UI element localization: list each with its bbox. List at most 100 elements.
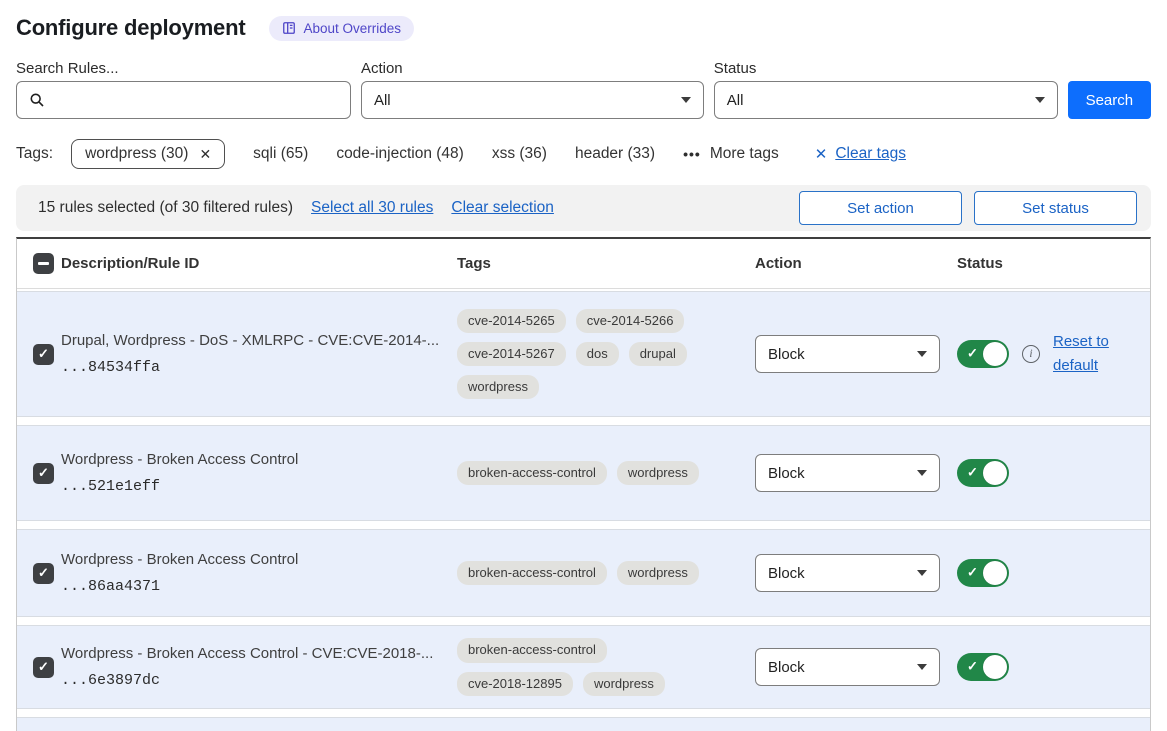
selected-tag-label: wordpress (30): [85, 145, 188, 163]
status-toggle-on[interactable]: ✓: [957, 340, 1009, 368]
clear-tags-label: Clear tags: [835, 145, 906, 163]
selection-bar: 15 rules selected (of 30 filtered rules)…: [16, 185, 1151, 231]
action-filter-label: Action: [361, 60, 704, 77]
search-icon: [29, 92, 45, 108]
table-row: Wordpress - Broken Access Control ...521…: [17, 425, 1150, 521]
tag-filter-xss[interactable]: xss (36): [492, 145, 547, 163]
more-tags-button[interactable]: ••• More tags: [683, 145, 779, 163]
status-filter-value: All: [727, 92, 744, 109]
rule-id: ...86aa4371: [61, 578, 457, 595]
chevron-down-icon: [1035, 97, 1045, 103]
selected-tag-chip-wordpress[interactable]: wordpress (30) ✕: [71, 139, 225, 169]
tag-pill: cve-2014-5267: [457, 342, 566, 366]
table-body: Drupal, Wordpress - DoS - XMLRPC - CVE:C…: [17, 289, 1150, 709]
tag-pill: wordpress: [617, 461, 699, 485]
table-header-row: Description/Rule ID Tags Action Status: [17, 239, 1150, 289]
action-filter-select[interactable]: All: [361, 81, 704, 119]
rule-tags: broken-access-control wordpress: [457, 561, 709, 585]
check-icon: ✓: [967, 565, 978, 581]
chevron-down-icon: [681, 97, 691, 103]
filters-bar: Search Rules... Action All Status All Se…: [16, 60, 1151, 119]
rules-table: Description/Rule ID Tags Action Status D…: [16, 237, 1151, 731]
status-toggle-on[interactable]: ✓: [957, 559, 1009, 587]
tag-filter-code-injection[interactable]: code-injection (48): [336, 145, 464, 163]
status-filter-label: Status: [714, 60, 1058, 77]
tags-bar: Tags: wordpress (30) ✕ sqli (65) code-in…: [16, 137, 1151, 171]
reset-to-default-link[interactable]: Reset to default: [1053, 330, 1117, 378]
tag-filter-sqli[interactable]: sqli (65): [253, 145, 308, 163]
set-status-button[interactable]: Set status: [974, 191, 1137, 225]
toggle-knob: [983, 342, 1007, 366]
tag-pill: cve-2018-12895: [457, 672, 573, 696]
rule-description: Wordpress - Broken Access Control: [61, 551, 457, 568]
row-action-value: Block: [768, 659, 805, 676]
tag-pill: wordpress: [617, 561, 699, 585]
selection-summary: 15 rules selected (of 30 filtered rules): [38, 199, 293, 217]
tag-pill: cve-2014-5265: [457, 309, 566, 333]
page-header: Configure deployment About Overrides: [16, 12, 1151, 44]
tag-pill: broken-access-control: [457, 461, 607, 485]
search-button[interactable]: Search: [1068, 81, 1151, 119]
tag-pill: broken-access-control: [457, 561, 607, 585]
status-toggle-on[interactable]: ✓: [957, 653, 1009, 681]
column-header-status: Status: [957, 255, 1150, 272]
about-overrides-label: About Overrides: [303, 21, 401, 36]
configure-deployment-page: Configure deployment About Overrides Sea…: [0, 0, 1167, 731]
row-checkbox[interactable]: [33, 563, 54, 584]
tag-pill: wordpress: [457, 375, 539, 399]
rule-tags: cve-2014-5265 cve-2014-5266 cve-2014-526…: [457, 309, 709, 400]
rule-description: Wordpress - Broken Access Control: [61, 451, 457, 468]
rule-id: ...84534ffa: [61, 359, 457, 376]
toggle-knob: [983, 561, 1007, 585]
row-checkbox[interactable]: [33, 344, 54, 365]
remove-tag-icon[interactable]: ✕: [199, 146, 211, 163]
chevron-down-icon: [917, 570, 927, 576]
tag-filter-header[interactable]: header (33): [575, 145, 655, 163]
row-action-value: Block: [768, 346, 805, 363]
row-action-select[interactable]: Block: [755, 454, 940, 492]
chevron-down-icon: [917, 470, 927, 476]
row-action-select[interactable]: Block: [755, 554, 940, 592]
select-all-checkbox[interactable]: [33, 253, 54, 274]
row-action-select[interactable]: Block: [755, 648, 940, 686]
page-title: Configure deployment: [16, 15, 245, 41]
rule-description: Drupal, Wordpress - DoS - XMLRPC - CVE:C…: [61, 332, 457, 349]
tag-pill: cve-2014-5266: [576, 309, 685, 333]
status-filter-select[interactable]: All: [714, 81, 1058, 119]
book-icon: [282, 21, 296, 35]
clear-tags-button[interactable]: ✕ Clear tags: [815, 145, 906, 163]
column-header-tags: Tags: [457, 255, 755, 272]
check-icon: ✓: [967, 465, 978, 481]
table-row: Drupal, Wordpress - DoS - XMLRPC - CVE:C…: [17, 291, 1150, 417]
status-toggle-on[interactable]: ✓: [957, 459, 1009, 487]
table-row: Wordpress - Broken Access Control - CVE:…: [17, 625, 1150, 709]
rule-description: Wordpress - Broken Access Control - CVE:…: [61, 645, 457, 662]
search-rules-inputbox[interactable]: [16, 81, 351, 119]
about-overrides-badge[interactable]: About Overrides: [269, 16, 414, 41]
table-row-partial: [17, 717, 1150, 731]
more-tags-label: More tags: [710, 145, 779, 163]
row-action-select[interactable]: Block: [755, 335, 940, 373]
tag-pill: broken-access-control: [457, 638, 607, 662]
row-checkbox[interactable]: [33, 657, 54, 678]
action-filter-value: All: [374, 92, 391, 109]
chevron-down-icon: [917, 664, 927, 670]
table-row: Wordpress - Broken Access Control ...86a…: [17, 529, 1150, 617]
check-icon: ✓: [967, 659, 978, 675]
chevron-down-icon: [917, 351, 927, 357]
rule-tags: broken-access-control wordpress: [457, 461, 709, 485]
clear-selection-link[interactable]: Clear selection: [451, 199, 554, 217]
toggle-knob: [983, 461, 1007, 485]
tag-pill: dos: [576, 342, 619, 366]
column-header-description: Description/Rule ID: [61, 255, 457, 272]
info-icon[interactable]: i: [1022, 345, 1040, 363]
search-rules-label: Search Rules...: [16, 60, 351, 77]
select-all-rules-link[interactable]: Select all 30 rules: [311, 199, 433, 217]
row-action-value: Block: [768, 465, 805, 482]
search-rules-input[interactable]: [54, 91, 338, 110]
toggle-knob: [983, 655, 1007, 679]
set-action-button[interactable]: Set action: [799, 191, 962, 225]
row-checkbox[interactable]: [33, 463, 54, 484]
row-action-value: Block: [768, 565, 805, 582]
ellipsis-icon: •••: [683, 146, 701, 162]
